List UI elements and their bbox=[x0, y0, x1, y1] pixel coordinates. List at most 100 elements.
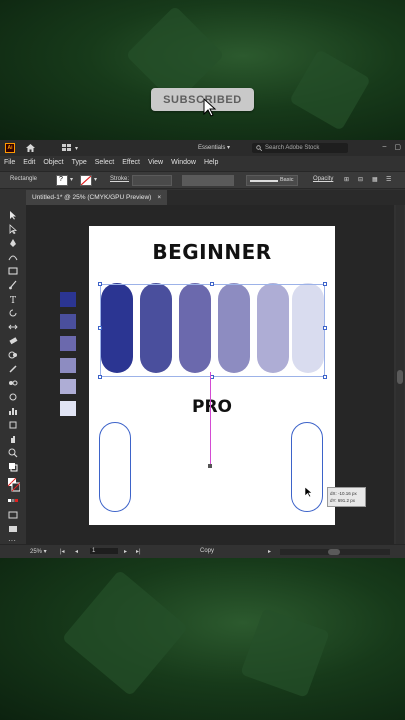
last-artboard-icon[interactable]: ▸| bbox=[136, 548, 141, 555]
background-bottom bbox=[0, 558, 405, 720]
color-swatch[interactable] bbox=[60, 292, 76, 307]
width-tool-icon[interactable] bbox=[8, 322, 18, 332]
selection-handle[interactable] bbox=[323, 282, 327, 286]
pen-tool-icon[interactable] bbox=[8, 238, 18, 248]
graph-tool-icon[interactable] bbox=[8, 406, 18, 416]
zoom-tool-icon[interactable] bbox=[8, 448, 18, 458]
selection-handle[interactable] bbox=[323, 375, 327, 379]
curvature-tool-icon[interactable] bbox=[8, 252, 18, 262]
mouse-cursor-icon bbox=[203, 98, 217, 117]
variable-width-profile[interactable] bbox=[182, 175, 234, 186]
paintbrush-tool-icon[interactable] bbox=[8, 280, 18, 290]
app-logo: Ai bbox=[5, 143, 15, 153]
menu-help[interactable]: Help bbox=[200, 159, 222, 166]
eyedropper-tool-icon[interactable] bbox=[8, 364, 18, 374]
control-bar: Rectangle ? ▾ ▾ Stroke: Basic Opacity ⊞ … bbox=[0, 171, 405, 189]
artboard-tool-icon[interactable] bbox=[8, 420, 18, 430]
horizontal-scroll-thumb[interactable] bbox=[328, 549, 340, 555]
selection-handle[interactable] bbox=[210, 282, 214, 286]
stroke-dropdown-icon[interactable]: ▾ bbox=[94, 176, 97, 183]
search-icon bbox=[256, 145, 262, 151]
stroke-label[interactable]: Stroke: bbox=[110, 176, 129, 182]
direct-selection-tool-icon[interactable] bbox=[8, 224, 18, 234]
brush-definition[interactable]: Basic bbox=[246, 175, 298, 186]
pro-pill-left[interactable] bbox=[99, 422, 131, 512]
fill-dropdown-icon[interactable]: ▾ bbox=[70, 176, 73, 183]
guide-anchor-point bbox=[208, 464, 212, 468]
rectangle-tool-icon[interactable] bbox=[8, 266, 18, 276]
menu-edit[interactable]: Edit bbox=[19, 159, 39, 166]
stroke-weight-field[interactable] bbox=[132, 175, 172, 186]
menu-file[interactable]: File bbox=[0, 159, 19, 166]
zoom-level[interactable]: 25% ▾ bbox=[30, 548, 47, 555]
isolate-icon[interactable]: ▦ bbox=[372, 176, 378, 183]
tool-name-label: Rectangle bbox=[10, 176, 38, 182]
stroke-swatch[interactable] bbox=[80, 175, 92, 186]
color-swatch[interactable] bbox=[60, 336, 76, 351]
svg-text:T: T bbox=[10, 296, 16, 304]
stock-search-field[interactable]: Search Adobe Stock bbox=[252, 143, 348, 153]
home-icon[interactable] bbox=[25, 143, 36, 153]
arrange-documents-icon[interactable]: ▾ bbox=[62, 144, 78, 152]
workspace-switcher[interactable]: Essentials ▾ bbox=[198, 144, 230, 151]
smart-guide-line bbox=[210, 372, 211, 466]
arrow-cursor-icon bbox=[304, 486, 313, 498]
selection-handle[interactable] bbox=[98, 375, 102, 379]
selection-handle[interactable] bbox=[98, 326, 102, 330]
close-tab-icon[interactable]: × bbox=[157, 194, 161, 201]
background-shape bbox=[240, 608, 330, 698]
color-swatch[interactable] bbox=[60, 401, 76, 416]
shape-builder-tool-icon[interactable] bbox=[8, 350, 18, 360]
fill-swatch[interactable]: ? bbox=[56, 175, 68, 186]
tools-panel: T ··· bbox=[2, 208, 24, 548]
swap-fill-stroke-icon[interactable] bbox=[8, 462, 18, 472]
color-swatch[interactable] bbox=[60, 358, 76, 373]
artboard-number-field[interactable]: 1 bbox=[90, 548, 118, 554]
selection-handle[interactable] bbox=[323, 326, 327, 330]
pro-pill-right[interactable] bbox=[291, 422, 323, 512]
hand-tool-icon[interactable] bbox=[8, 434, 18, 444]
type-tool-icon[interactable]: T bbox=[8, 294, 18, 304]
eraser-tool-icon[interactable] bbox=[8, 336, 18, 346]
status-bar: 25% ▾ |◂ ◂ 1 ▸ ▸| Copy ▸ bbox=[0, 544, 405, 558]
opacity-label[interactable]: Opacity bbox=[313, 176, 333, 182]
prev-artboard-icon[interactable]: ◂ bbox=[75, 548, 78, 555]
vertical-scroll-thumb[interactable] bbox=[397, 370, 403, 384]
selection-bounding-box[interactable] bbox=[100, 284, 325, 377]
blend-tool-icon[interactable] bbox=[8, 378, 18, 388]
menu-type[interactable]: Type bbox=[68, 159, 91, 166]
next-artboard-icon[interactable]: ▸ bbox=[124, 548, 127, 555]
horizontal-scrollbar[interactable] bbox=[280, 549, 390, 555]
menu-effect[interactable]: Effect bbox=[118, 159, 144, 166]
selection-tool-icon[interactable] bbox=[8, 210, 18, 220]
draw-mode-icon[interactable] bbox=[8, 510, 18, 520]
first-artboard-icon[interactable]: |◂ bbox=[60, 548, 65, 555]
minimize-icon[interactable]: – bbox=[382, 143, 386, 151]
menu-view[interactable]: View bbox=[144, 159, 167, 166]
pro-heading[interactable]: PRO bbox=[89, 397, 335, 417]
menu-bar: File Edit Object Type Select Effect View… bbox=[0, 156, 405, 168]
selection-handle[interactable] bbox=[98, 282, 102, 286]
background-shape bbox=[289, 49, 371, 131]
options-menu-icon[interactable]: ☰ bbox=[386, 176, 391, 183]
symbol-sprayer-tool-icon[interactable] bbox=[8, 392, 18, 402]
color-swatch[interactable] bbox=[60, 314, 76, 329]
status-menu-icon[interactable]: ▸ bbox=[268, 548, 271, 555]
menu-object[interactable]: Object bbox=[39, 159, 67, 166]
maximize-icon[interactable]: ▢ bbox=[394, 143, 401, 151]
transform-icon[interactable]: ⊟ bbox=[358, 176, 363, 183]
screen-mode-icon[interactable] bbox=[8, 524, 18, 534]
menu-window[interactable]: Window bbox=[167, 159, 200, 166]
fill-stroke-indicator[interactable] bbox=[8, 478, 20, 492]
title-bar: Ai ▾ Essentials ▾ Search Adobe Stock – ▢ bbox=[0, 140, 405, 156]
align-icon[interactable]: ⊞ bbox=[344, 176, 349, 183]
menu-select[interactable]: Select bbox=[91, 159, 118, 166]
document-tab[interactable]: Untitled-1* @ 25% (CMYK/GPU Preview) × bbox=[26, 190, 168, 205]
document-tab-bar: Untitled-1* @ 25% (CMYK/GPU Preview) × bbox=[26, 190, 405, 205]
status-mode: Copy bbox=[200, 548, 215, 554]
color-mode-icon[interactable] bbox=[8, 496, 18, 506]
vertical-scrollbar[interactable] bbox=[396, 205, 404, 545]
beginner-heading[interactable]: BEGINNER bbox=[89, 240, 335, 264]
rotate-tool-icon[interactable] bbox=[8, 308, 18, 318]
color-swatch[interactable] bbox=[60, 379, 76, 394]
